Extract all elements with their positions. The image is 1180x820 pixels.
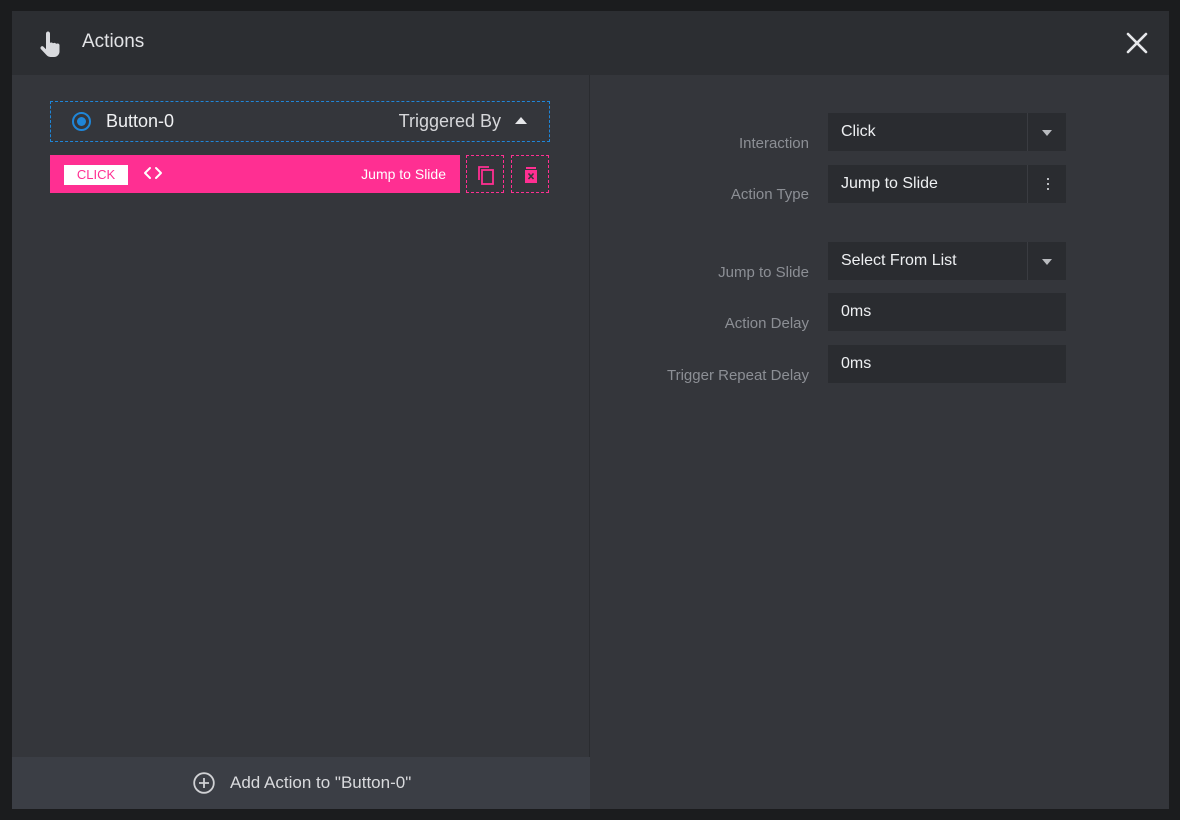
action-settings-panel: Interaction Click Action Type Jump to Sl… bbox=[590, 75, 1169, 809]
add-action-button[interactable]: Add Action to "Button-0" bbox=[12, 757, 590, 809]
code-brackets-icon[interactable] bbox=[142, 164, 164, 182]
jump-to-slide-select[interactable]: Select From List bbox=[828, 242, 1066, 280]
divider bbox=[1027, 113, 1028, 151]
event-badge: CLICK bbox=[64, 165, 128, 185]
triggered-by-label[interactable]: Triggered By bbox=[399, 111, 501, 132]
plus-circle-icon bbox=[193, 772, 215, 794]
divider bbox=[1027, 165, 1028, 203]
trigger-name: Button-0 bbox=[106, 111, 175, 131]
trash-icon bbox=[525, 167, 537, 183]
action-delay-value: 0ms bbox=[841, 303, 872, 320]
chevron-down-icon[interactable] bbox=[1042, 130, 1052, 136]
copy-action-button[interactable] bbox=[466, 155, 504, 193]
action-delay-label: Action Delay bbox=[724, 315, 809, 332]
close-icon[interactable] bbox=[1125, 31, 1149, 55]
interaction-select[interactable]: Click bbox=[828, 113, 1066, 151]
jump-to-slide-label: Jump to Slide bbox=[718, 264, 809, 281]
caret-up-icon[interactable] bbox=[515, 117, 527, 124]
trigger-row[interactable]: Button-0 Triggered By bbox=[50, 101, 550, 142]
chevron-down-icon[interactable] bbox=[1042, 259, 1052, 265]
modal-header: Actions bbox=[12, 11, 1169, 75]
action-delay-input[interactable]: 0ms bbox=[828, 293, 1066, 331]
interaction-label: Interaction bbox=[738, 135, 809, 152]
action-item[interactable]: CLICK Jump to Slide bbox=[50, 155, 460, 193]
interaction-value: Click bbox=[841, 123, 876, 140]
action-label: Jump to Slide bbox=[361, 166, 446, 182]
trigger-repeat-delay-input[interactable]: 0ms bbox=[828, 345, 1066, 383]
delete-action-button[interactable] bbox=[511, 155, 549, 193]
trigger-radio[interactable] bbox=[72, 112, 91, 131]
action-type-value: Jump to Slide bbox=[841, 175, 938, 192]
hand-pointer-icon bbox=[40, 31, 60, 57]
action-type-select[interactable]: Jump to Slide bbox=[828, 165, 1066, 203]
actions-modal: Actions Button-0 Triggered By CLICK Jump… bbox=[12, 11, 1169, 809]
trigger-repeat-delay-value: 0ms bbox=[841, 355, 872, 372]
jump-to-slide-value: Select From List bbox=[841, 252, 957, 269]
actions-list-panel: Button-0 Triggered By CLICK Jump to Slid… bbox=[12, 75, 590, 809]
modal-title: Actions bbox=[82, 31, 145, 52]
action-type-label: Action Type bbox=[730, 186, 809, 203]
add-action-label: Add Action to "Button-0" bbox=[230, 773, 412, 792]
copy-icon bbox=[478, 166, 494, 185]
trigger-repeat-delay-label: Trigger Repeat Delay bbox=[666, 367, 809, 384]
more-vertical-icon[interactable] bbox=[1046, 178, 1050, 190]
divider bbox=[1027, 242, 1028, 280]
